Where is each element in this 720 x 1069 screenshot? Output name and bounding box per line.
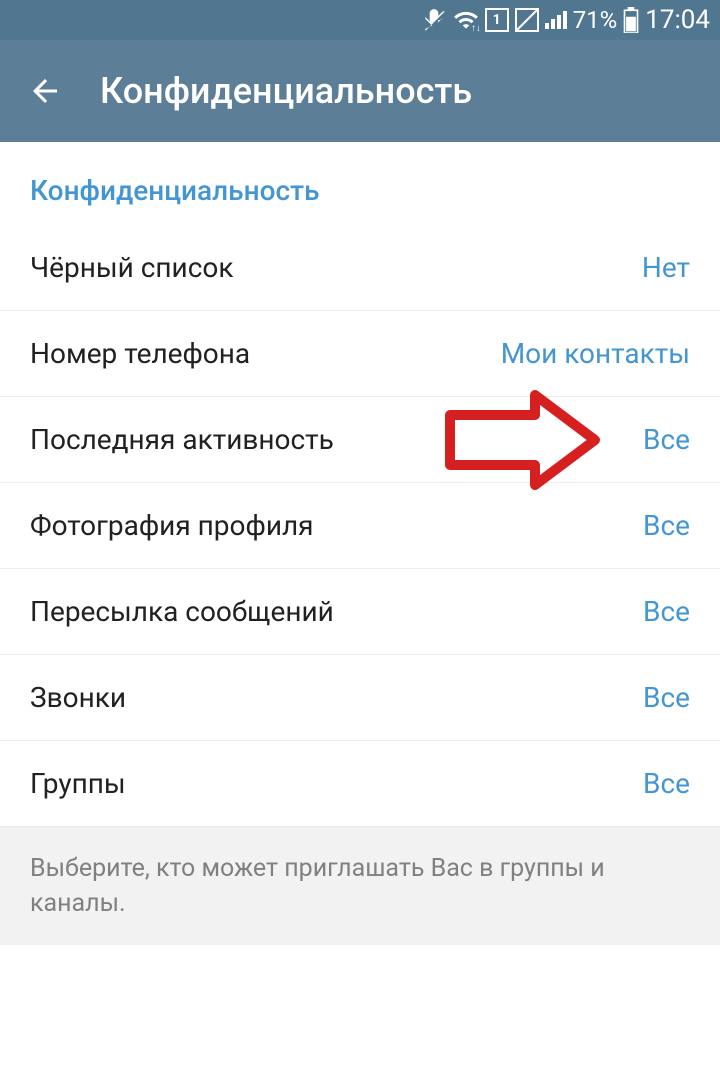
app-bar: Конфиденциальность (0, 40, 720, 142)
setting-label: Звонки (30, 681, 126, 714)
setting-phone-number[interactable]: Номер телефона Мои контакты (0, 311, 720, 397)
setting-value: Все (643, 423, 690, 456)
sim2-empty-icon (515, 8, 539, 32)
section-footer-hint: Выберите, кто может приглашать Вас в гру… (0, 826, 720, 945)
setting-value: Нет (642, 251, 690, 284)
setting-label: Фотография профиля (30, 509, 314, 542)
setting-value: Все (643, 681, 690, 714)
setting-value: Все (643, 595, 690, 628)
svg-text:↑↓: ↑↓ (471, 23, 479, 33)
back-button[interactable] (20, 66, 70, 116)
setting-forwarded-messages[interactable]: Пересылка сообщений Все (0, 569, 720, 655)
setting-label: Чёрный список (30, 251, 233, 284)
setting-value: Все (643, 767, 690, 800)
status-bar: ↑↓ 1 71% 17:04 (0, 0, 720, 40)
setting-label: Пересылка сообщений (30, 595, 334, 628)
setting-blocked-list[interactable]: Чёрный список Нет (0, 225, 720, 311)
setting-value: Все (643, 509, 690, 542)
section-header: Конфиденциальность (0, 142, 720, 225)
status-time: 17:04 (645, 5, 710, 35)
arrow-left-icon (27, 73, 63, 109)
setting-groups[interactable]: Группы Все (0, 741, 720, 826)
battery-percent: 71% (573, 6, 618, 34)
setting-profile-photo[interactable]: Фотография профиля Все (0, 483, 720, 569)
battery-icon (623, 7, 639, 33)
setting-label: Группы (30, 767, 126, 800)
setting-label: Последняя активность (30, 423, 334, 456)
wifi-icon: ↑↓ (453, 7, 479, 33)
setting-last-seen[interactable]: Последняя активность Все (0, 397, 720, 483)
sim1-icon: 1 (485, 8, 509, 32)
setting-calls[interactable]: Звонки Все (0, 655, 720, 741)
signal-icon (545, 11, 567, 29)
vibrate-muted-icon (421, 7, 447, 33)
privacy-settings-content: Конфиденциальность Чёрный список Нет Ном… (0, 142, 720, 945)
page-title: Конфиденциальность (100, 70, 472, 112)
setting-value: Мои контакты (501, 337, 690, 370)
setting-label: Номер телефона (30, 337, 250, 370)
